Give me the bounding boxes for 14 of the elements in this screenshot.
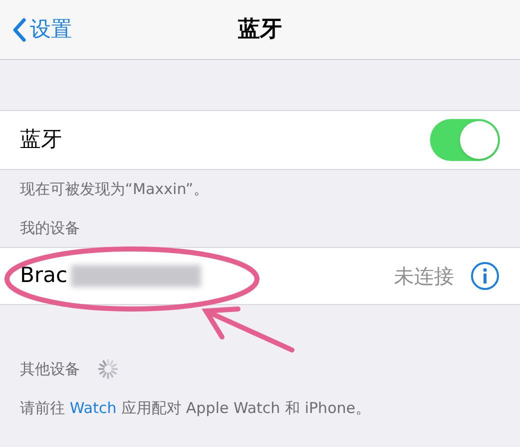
- device-status: 未连接: [394, 263, 454, 290]
- info-icon[interactable]: [470, 261, 500, 291]
- bluetooth-toggle[interactable]: [430, 119, 500, 161]
- chevron-left-icon: [12, 18, 26, 42]
- pairing-note: 请前往 Watch 应用配对 Apple Watch 和 iPhone。: [19, 398, 372, 419]
- back-button[interactable]: 设置: [0, 14, 72, 46]
- section-header: 我的设备: [19, 218, 81, 238]
- device-name: Brac: [20, 262, 68, 290]
- section-header: 其他设备: [20, 358, 80, 380]
- nav-title: 蓝牙: [238, 16, 282, 44]
- row-label: 蓝牙: [20, 126, 62, 154]
- device-row[interactable]: Brac 未连接: [0, 247, 520, 305]
- watch-link[interactable]: Watch: [70, 399, 116, 417]
- discoverable-note: 现在可被发现为“Maxxin”。: [19, 179, 210, 200]
